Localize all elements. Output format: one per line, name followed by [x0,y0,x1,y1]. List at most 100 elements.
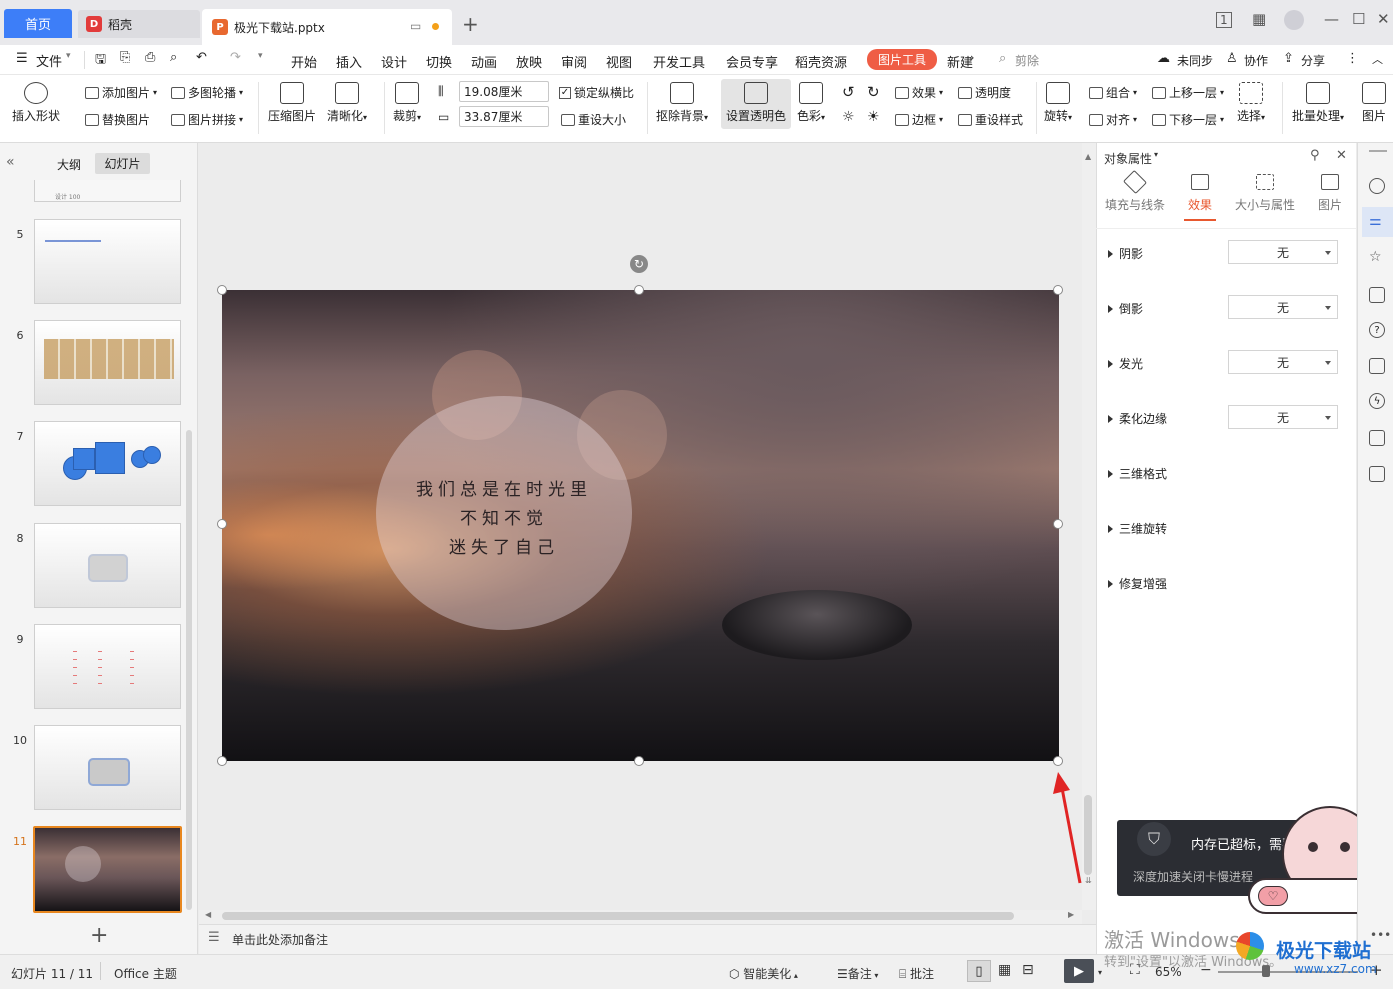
search-icon[interactable]: ⌕ [999,51,1006,66]
tab-home[interactable]: 首页 [4,9,72,38]
width-input[interactable]: 33.87厘米 [459,106,549,127]
thumbnail-partial[interactable]: 设计 100 [34,180,181,202]
add-picture-button[interactable]: 添加图片 ▾ [85,84,157,101]
resize-handle-bottom-right[interactable] [1053,756,1063,766]
picture-mosaic-button[interactable]: 图片拼接 ▾ [171,111,243,128]
notes-placeholder[interactable]: 单击此处添加备注 [232,931,328,948]
shadow-select[interactable]: 无 [1228,240,1338,264]
tab-document[interactable]: P 极光下载站.pptx ▭ [202,9,452,45]
collab-icon[interactable]: ♙ [1226,51,1238,66]
book-icon[interactable] [1369,430,1385,446]
grid-apps-icon[interactable]: ▦ [1252,10,1266,28]
slide-picture[interactable]: 我们总是在时光里 不知不觉 迷失了自己 [222,290,1059,761]
menu-start[interactable]: 开始 [291,52,317,71]
star-icon[interactable]: ☆ [1369,249,1382,265]
compress-picture-button[interactable]: 压缩图片 [268,82,316,124]
resize-handle-bottom-left[interactable] [217,756,227,766]
collab-button[interactable]: 协作 [1244,52,1268,69]
new-tab-icon[interactable]: + [462,12,479,36]
soft-edges-select[interactable]: 无 [1228,405,1338,429]
sorter-view-icon[interactable]: ▦ [998,962,1011,978]
menu-design[interactable]: 设计 [381,52,407,71]
lock-ratio-checkbox[interactable]: ✓ 锁定纵横比 [559,84,634,101]
shadow-row[interactable]: 阴影 [1108,245,1143,262]
reflection-row[interactable]: 倒影 [1108,300,1143,317]
align-button[interactable]: 对齐 ▾ [1089,111,1137,128]
menu-view[interactable]: 视图 [606,52,632,71]
notes-bar[interactable] [199,924,1096,954]
scroll-left-icon[interactable]: ◀ [205,910,211,919]
vertical-scroll-thumb[interactable] [1084,795,1092,875]
print-icon[interactable]: ⎙ [145,50,155,65]
menu-member[interactable]: 会员专享 [726,52,778,71]
tab-fill-line[interactable]: 填充与线条 [1104,169,1166,213]
play-options-icon[interactable]: ▾ [1098,968,1102,977]
batch-process-button[interactable]: 批量处理▾ [1292,82,1344,124]
reflection-select[interactable]: 无 [1228,295,1338,319]
chevron-down-icon[interactable]: ▾ [66,51,71,61]
menu-insert[interactable]: 插入 [336,52,362,71]
scroll-up-icon[interactable]: ▲ [1085,152,1091,161]
crop-button[interactable]: 裁剪▾ [393,82,421,124]
normal-view-icon[interactable]: ▯ [967,960,991,982]
pin-icon[interactable]: ⚲ [1310,148,1320,163]
more-icon[interactable]: ⋮ [1346,51,1359,66]
layout-icon[interactable]: 1 [1216,12,1232,28]
tab-picture[interactable]: 图片 [1316,174,1344,213]
color-button[interactable]: 色彩▾ [797,82,825,124]
close-panel-icon[interactable]: ✕ [1336,148,1347,163]
picture-button[interactable]: 图片 [1362,82,1386,124]
slide-thumbnail-9[interactable] [34,624,181,709]
menu-scroll-right-icon[interactable]: › [970,51,974,64]
menu-review[interactable]: 审阅 [561,52,587,71]
save-icon[interactable]: 🖫 [95,50,106,72]
rocket-icon[interactable] [1369,178,1385,194]
more-dots-icon[interactable]: ••• [1370,928,1391,942]
resize-handle-top[interactable] [634,285,644,295]
thumbnail-scrollbar[interactable] [186,430,192,910]
lightning-icon[interactable]: ϟ [1369,393,1385,409]
3d-format-row[interactable]: 三维格式 [1108,465,1167,482]
replace-picture-button[interactable]: 替换图片 [85,111,150,128]
set-transparent-color-button[interactable]: 设置透明色 [726,82,786,124]
select-button[interactable]: 选择▾ [1237,82,1265,124]
glow-row[interactable]: 发光 [1108,355,1143,372]
tab-effects[interactable]: 效果 [1182,174,1218,213]
add-slide-icon[interactable]: + [90,923,108,948]
resize-handle-right[interactable] [1053,519,1063,529]
quick-access-more-icon[interactable]: ▾ [258,51,263,61]
collapse-panel-icon[interactable]: « [6,154,15,170]
slide-thumbnail-10[interactable] [34,725,181,810]
slide-thumbnail-11-active[interactable] [33,826,182,913]
reading-view-icon[interactable]: ⊟ [1022,962,1034,978]
menu-slideshow[interactable]: 放映 [516,52,542,71]
panel-title[interactable]: 对象属性 ▾ [1104,150,1158,167]
cloud-icon[interactable]: ☁ [1157,51,1170,66]
remove-background-button[interactable]: 抠除背景▾ [656,82,708,124]
resize-handle-top-right[interactable] [1053,285,1063,295]
tab-size-attributes[interactable]: 大小与属性 [1233,174,1297,213]
horizontal-scroll-thumb[interactable] [222,912,1014,920]
redo-icon[interactable]: ↷ [230,50,241,65]
notes-button[interactable]: ☰备注 ▾ [837,965,878,982]
tab-outline[interactable]: 大纲 [57,156,81,173]
share-icon[interactable]: ⇪ [1283,51,1294,66]
export-pdf-icon[interactable]: ⎘ [120,50,130,65]
rotate-handle-icon[interactable]: ↻ [630,255,648,273]
menu-file[interactable]: 文件 [36,51,62,70]
slide-thumbnail-7[interactable] [34,421,181,506]
menu-picture-tool[interactable]: 图片工具 [867,49,937,70]
settings-sliders-icon[interactable]: ⚌ [1369,213,1382,229]
repair-enhance-row[interactable]: 修复增强 [1108,575,1167,592]
resize-handle-bottom[interactable] [634,756,644,766]
print-preview-icon[interactable]: ⌕ [170,50,177,65]
multi-carousel-button[interactable]: 多图轮播 ▾ [171,84,243,101]
menu-animation[interactable]: 动画 [471,52,497,71]
minimize-icon[interactable]: — [1324,10,1339,28]
rotate-left-icon[interactable]: ↺ [842,83,855,101]
slide-thumbnail-8[interactable] [34,523,181,608]
send-backward-button[interactable]: 下移一层 ▾ [1152,111,1224,128]
monitor-icon[interactable]: ▭ [410,19,421,33]
brightness-up-icon[interactable]: ☼ [842,109,855,125]
hamburger-icon[interactable]: ☰ [16,51,28,66]
